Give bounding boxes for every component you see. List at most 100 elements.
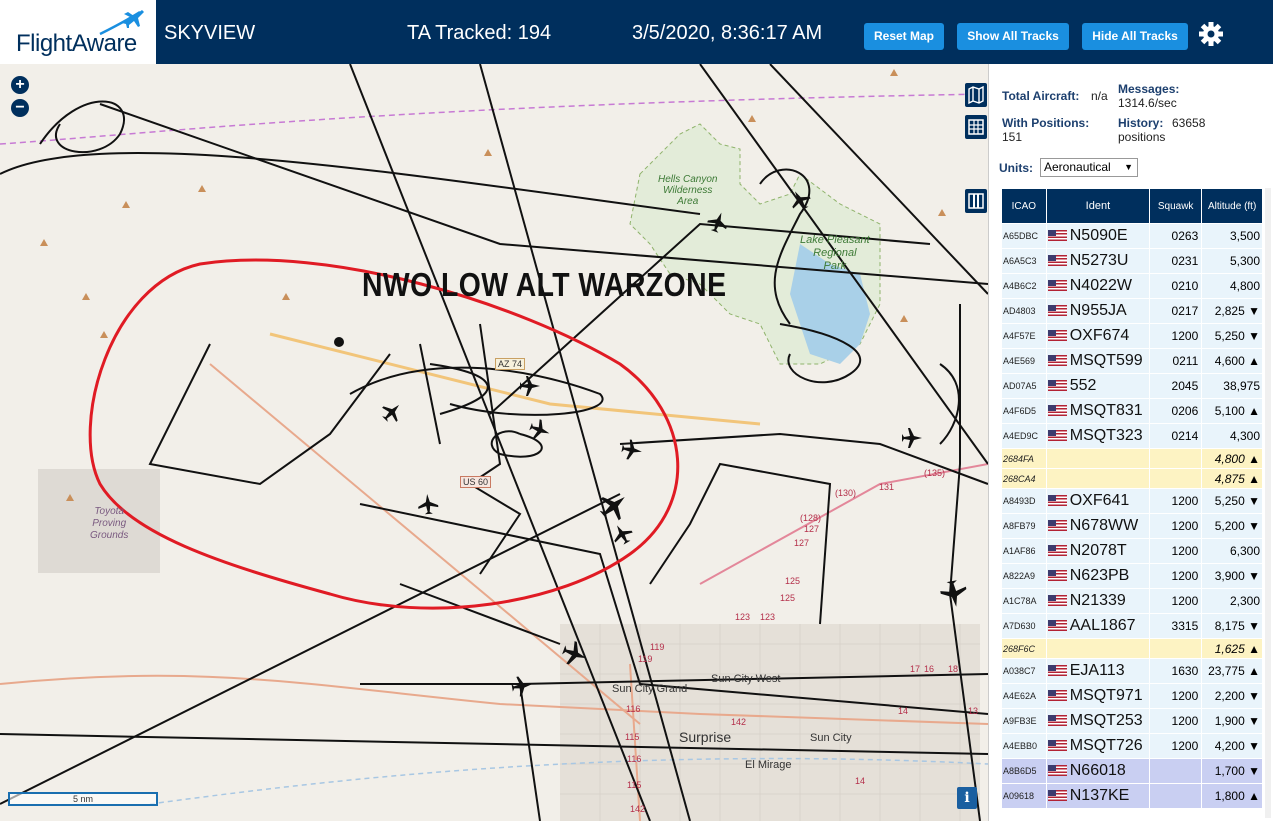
- road-number: 14: [855, 776, 866, 786]
- table-row[interactable]: A65DBC N5090E 0263 3,500: [1002, 224, 1262, 248]
- cell-altitude: 3,500: [1202, 224, 1262, 248]
- cell-icao: 268CA4: [1002, 469, 1046, 488]
- table-row[interactable]: A038C7 EJA113 1630 23,775 ▲: [1002, 659, 1262, 683]
- cell-ident-text: N4022W: [1069, 277, 1132, 294]
- cell-icao-text: A4F57E: [1003, 331, 1036, 341]
- us-flag-icon: [1047, 380, 1067, 391]
- column-header-ident[interactable]: Ident: [1046, 189, 1150, 223]
- table-row[interactable]: A8493D OXF641 1200 5,250 ▼: [1002, 489, 1262, 513]
- cell-ident-text: MSQT599: [1069, 352, 1143, 369]
- us-flag-icon: [1047, 765, 1067, 776]
- cell-icao-text: A7D630: [1003, 621, 1036, 631]
- cell-ident: MSQT599: [1046, 349, 1150, 373]
- table-row[interactable]: A8FB79 N678WW 1200 5,200 ▼: [1002, 514, 1262, 538]
- us-flag-icon: [1047, 790, 1067, 801]
- table-row[interactable]: A4EBB0 MSQT726 1200 4,200 ▼: [1002, 734, 1262, 758]
- sun-city-grand-label: Sun City Grand: [612, 683, 688, 695]
- table-row[interactable]: AD4803 N955JA 0217 2,825 ▼: [1002, 299, 1262, 323]
- sidebar-scrollbar[interactable]: [1265, 188, 1271, 818]
- cell-squawk: 0210: [1150, 274, 1202, 298]
- us-flag-icon: [1047, 280, 1067, 291]
- cell-altitude: 4,800: [1202, 274, 1262, 298]
- road-number: 125: [785, 576, 801, 586]
- columns-icon[interactable]: [965, 189, 987, 213]
- table-row[interactable]: 268F6C 1,625 ▲: [1002, 639, 1262, 658]
- cell-ident-text: MSQT831: [1069, 402, 1143, 419]
- map-canvas[interactable]: [0, 64, 988, 821]
- cell-icao: A7D630: [1002, 614, 1046, 638]
- map-layers-icon[interactable]: [965, 83, 987, 107]
- table-row[interactable]: A4B6C2 N4022W 0210 4,800: [1002, 274, 1262, 298]
- table-row[interactable]: A4F57E OXF674 1200 5,250 ▼: [1002, 324, 1262, 348]
- cell-squawk: 1200: [1150, 324, 1202, 348]
- cell-altitude-text: 2,825 ▼: [1214, 304, 1260, 318]
- cell-icao: AD07A5: [1002, 374, 1046, 398]
- column-header-icao[interactable]: ICAO: [1002, 189, 1046, 223]
- table-row[interactable]: AD07A5 552 2045 38,975: [1002, 374, 1262, 398]
- cell-ident-text: OXF641: [1069, 492, 1130, 509]
- flightaware-logo[interactable]: FlightAware: [0, 0, 156, 64]
- us-flag-icon: [1047, 330, 1067, 341]
- cell-altitude-text: 1,800 ▲: [1214, 789, 1260, 803]
- cell-squawk: 1200: [1150, 514, 1202, 538]
- cell-squawk: 1200: [1150, 564, 1202, 588]
- table-row[interactable]: A822A9 N623PB 1200 3,900 ▼: [1002, 564, 1262, 588]
- table-row[interactable]: A4E62A MSQT971 1200 2,200 ▼: [1002, 684, 1262, 708]
- table-row[interactable]: A8B6D5 N66018 1,700 ▼: [1002, 759, 1262, 783]
- with-positions-label: With Positions:: [1002, 116, 1090, 130]
- aircraft-icon: [382, 404, 400, 422]
- brand-name: FlightAware: [16, 30, 137, 57]
- zoom-out-button[interactable]: −: [11, 99, 29, 117]
- table-row[interactable]: A4E569 MSQT599 0211 4,600 ▲: [1002, 349, 1262, 373]
- cell-ident-text: MSQT726: [1069, 737, 1143, 754]
- cell-altitude-text: 4,875 ▲: [1214, 471, 1260, 486]
- cell-ident-text: AAL1867: [1069, 617, 1136, 634]
- gear-icon[interactable]: [1197, 20, 1225, 48]
- info-icon[interactable]: i: [957, 787, 977, 809]
- table-row[interactable]: 268CA4 4,875 ▲: [1002, 469, 1262, 488]
- road-number: 116: [626, 704, 641, 714]
- cell-ident: N623PB: [1046, 564, 1150, 588]
- surprise-label: Surprise: [679, 729, 732, 745]
- road-number: 18: [948, 664, 959, 674]
- road-number: (130): [835, 488, 857, 498]
- cell-altitude-text: 4,800: [1229, 279, 1260, 293]
- cell-icao-text: A4EBB0: [1003, 741, 1038, 751]
- cell-ident: MSQT726: [1046, 734, 1150, 758]
- cell-altitude-text: 5,100 ▲: [1214, 404, 1260, 418]
- grid-icon[interactable]: [965, 115, 987, 139]
- cell-icao: 2684FA: [1002, 449, 1046, 468]
- show-all-tracks-button[interactable]: Show All Tracks: [957, 23, 1069, 50]
- units-select[interactable]: Aeronautical ▼: [1040, 158, 1138, 177]
- column-header-altitude[interactable]: Altitude (ft): [1202, 189, 1262, 223]
- cell-icao-text: A6A5C3: [1003, 256, 1037, 266]
- road-number: 142: [630, 804, 646, 814]
- aircraft-sidebar: Total Aircraft: n/a Messages: 1314.6/sec…: [988, 64, 1273, 821]
- reset-map-button[interactable]: Reset Map: [864, 23, 944, 50]
- map-view[interactable]: + − NWO LOW ALT WARZONE Hells Canyon Wil…: [0, 64, 988, 821]
- table-row[interactable]: A4F6D5 MSQT831 0206 5,100 ▲: [1002, 399, 1262, 423]
- table-row[interactable]: A6A5C3 N5273U 0231 5,300: [1002, 249, 1262, 273]
- cell-altitude: 2,300: [1202, 589, 1262, 613]
- table-row[interactable]: A1AF86 N2078T 1200 6,300: [1002, 539, 1262, 563]
- table-row[interactable]: A09618 N137KE 1,800 ▲: [1002, 784, 1262, 808]
- zoom-in-button[interactable]: +: [11, 76, 29, 94]
- cell-altitude-text: 38,975: [1223, 379, 1260, 393]
- messages-label: Messages:: [1118, 82, 1180, 96]
- cell-squawk: [1150, 639, 1202, 658]
- hide-all-tracks-button[interactable]: Hide All Tracks: [1082, 23, 1188, 50]
- table-row[interactable]: 2684FA 4,800 ▲: [1002, 449, 1262, 468]
- table-row[interactable]: A9FB3E MSQT253 1200 1,900 ▼: [1002, 709, 1262, 733]
- table-row[interactable]: A7D630 AAL1867 3315 8,175 ▼: [1002, 614, 1262, 638]
- cell-squawk: [1150, 759, 1202, 783]
- road-number: (128): [800, 513, 822, 523]
- cell-altitude: 6,300: [1202, 539, 1262, 563]
- road-number: 131: [879, 482, 895, 492]
- table-row[interactable]: A4ED9C MSQT323 0214 4,300: [1002, 424, 1262, 448]
- column-header-squawk[interactable]: Squawk: [1150, 189, 1202, 223]
- aircraft-icon: [940, 580, 967, 607]
- cell-squawk-text: 1200: [1171, 494, 1199, 508]
- cell-squawk-text: 1200: [1171, 689, 1199, 703]
- table-row[interactable]: A1C78A N21339 1200 2,300: [1002, 589, 1262, 613]
- cell-altitude-text: 5,200 ▼: [1214, 519, 1260, 533]
